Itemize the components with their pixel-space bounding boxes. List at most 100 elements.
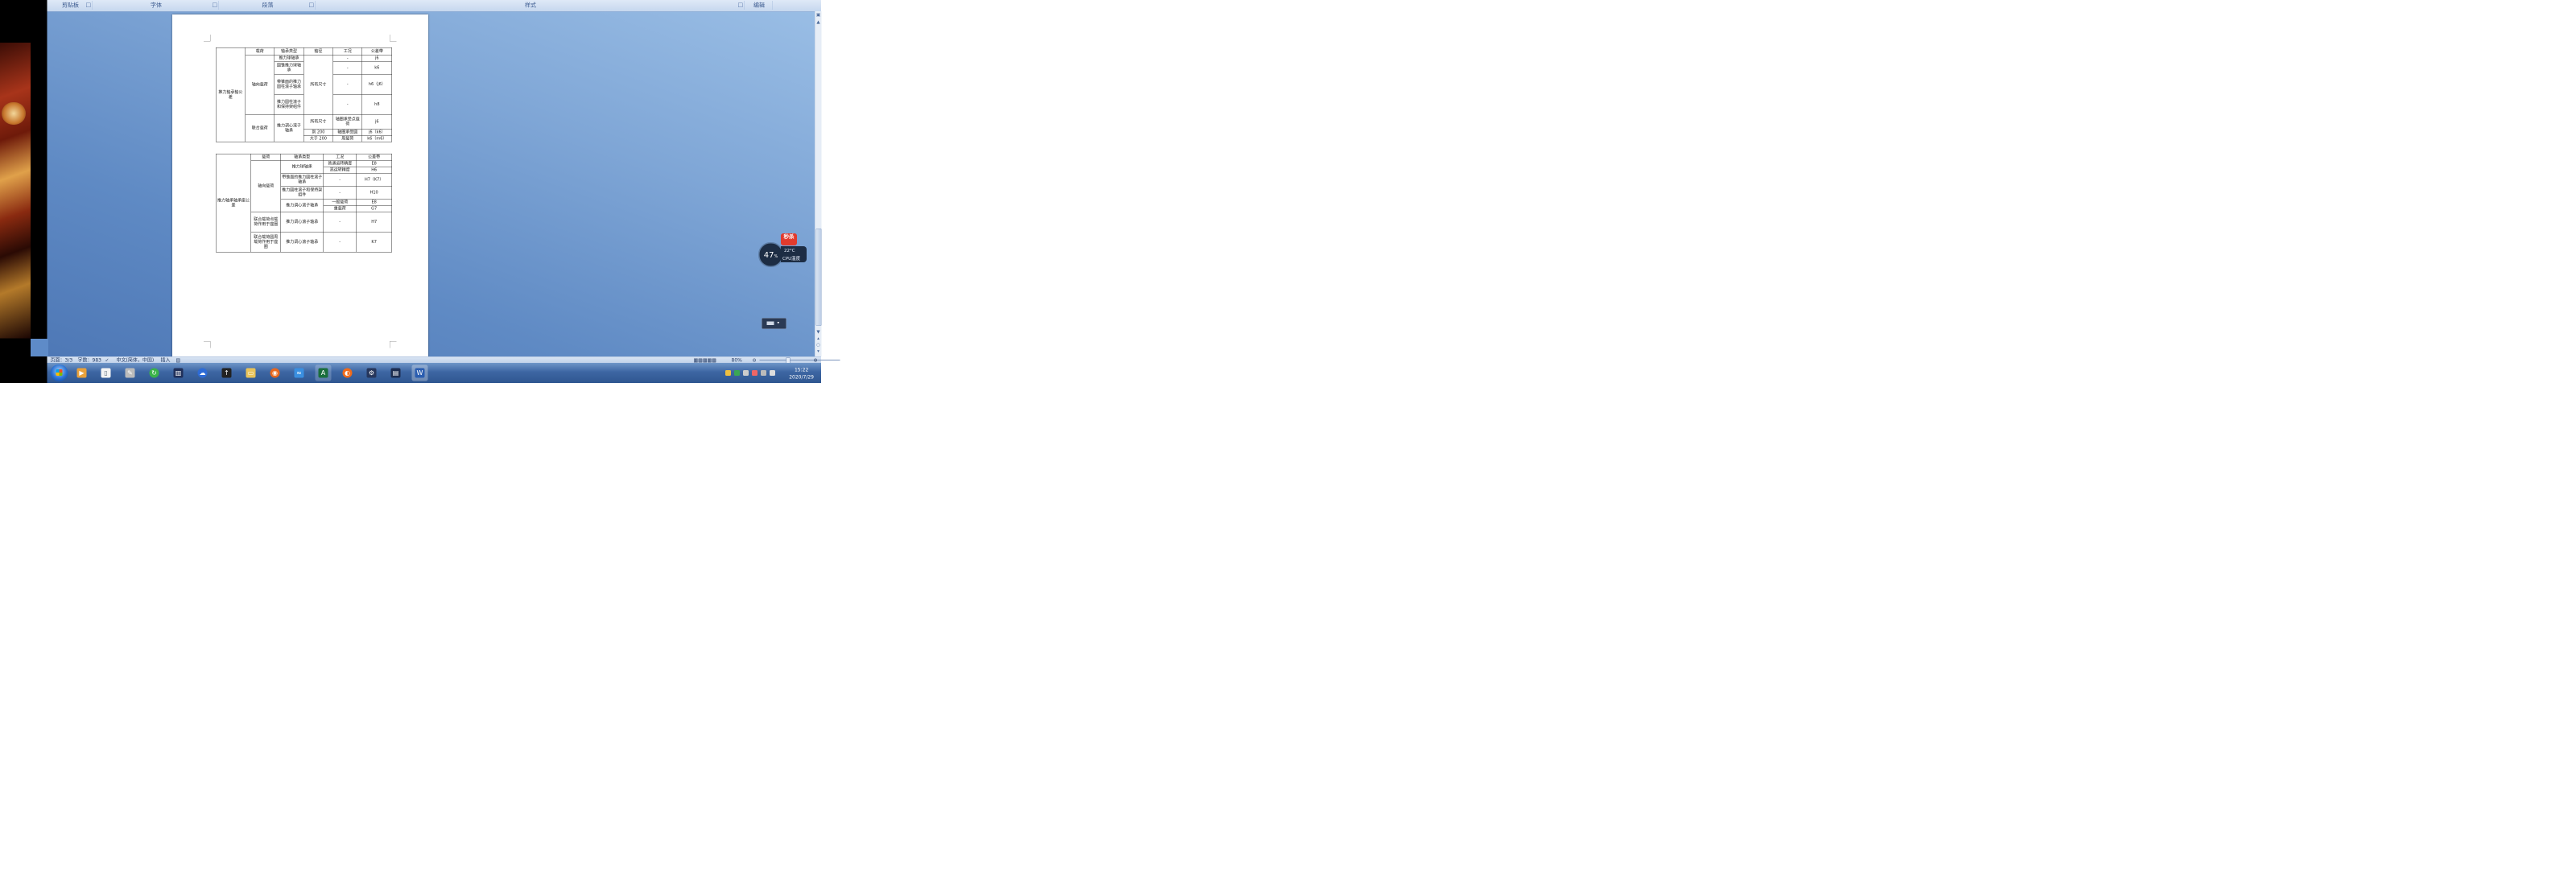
table-cell: - (332, 61, 363, 75)
table-cell: 到 200 (303, 129, 333, 136)
table-cell: 推力调心滚子轴承 (280, 212, 324, 233)
proofing-icon[interactable]: ✓ (105, 357, 109, 363)
volume-icon[interactable] (761, 370, 766, 376)
scroll-up-icon[interactable]: ▲ (816, 19, 821, 25)
header-cell: 工况 (323, 154, 357, 161)
view-buttons[interactable]: ▦▦▦▦▦ (694, 357, 716, 363)
previous-page-icon[interactable]: ▴ (816, 336, 821, 341)
insert-mode[interactable]: 插入 (161, 357, 171, 363)
security-icon[interactable] (734, 370, 740, 376)
ribbon-group-labels: 剪贴板 字体 段落 样式 编辑 (47, 0, 821, 12)
zoom-level[interactable]: 80% (732, 357, 742, 363)
start-button[interactable] (50, 364, 68, 381)
tray-app-icon[interactable] (752, 370, 758, 376)
ribbon-group-clipboard[interactable]: 剪贴板 (49, 1, 93, 10)
table-cell: j6 (361, 114, 392, 130)
ribbon-group-label: 样式 (525, 2, 536, 9)
action-center-icon[interactable] (770, 370, 775, 376)
ribbon-group-label: 字体 (151, 2, 162, 9)
taskbar-app[interactable]: ▤ (388, 365, 404, 381)
crop-mark (390, 341, 397, 348)
scroll-down-icon[interactable]: ▼ (816, 329, 821, 335)
table-cell: H10 (356, 186, 393, 200)
document-page[interactable]: 推力轴承轴公差 载荷 轴承类型 轴径 工况 公差带 轴向载荷 推力球轴承 所有尺… (172, 14, 428, 357)
ruler-toggle-icon[interactable]: ▣ (816, 12, 821, 18)
taskbar-app-active[interactable]: A (315, 364, 332, 381)
table-cell: 推力调心滚子轴承 (280, 199, 324, 212)
taskbar-app[interactable]: ↑ (219, 365, 235, 381)
load-cell: 联合载荷点载荷作用于座圈 (250, 212, 282, 233)
table-cell: 所有尺寸 (303, 114, 333, 130)
load-cell: 联合载荷圆周载荷作用于座圈 (250, 232, 282, 253)
taskbar-app[interactable]: ↻ (147, 365, 163, 381)
ribbon-group-font[interactable]: 字体 (94, 1, 219, 10)
ribbon-group-paragraph[interactable]: 段落 (221, 1, 316, 10)
ribbon-group-styles[interactable]: 样式 (317, 1, 745, 10)
next-page-icon[interactable]: ▾ (816, 348, 821, 354)
table-cell: G7 (356, 205, 393, 212)
archive-icon: ▤ (390, 368, 401, 378)
flash-sale-badge[interactable]: 秒杀 (781, 233, 797, 245)
taskbar-app[interactable]: ✎ (122, 365, 138, 381)
table-cell: 所有尺寸 (303, 55, 333, 115)
table-cell: j6 (361, 55, 392, 62)
table-cell: k6 (361, 61, 392, 75)
table-cell: - (323, 186, 357, 200)
tray-app-icon[interactable] (725, 370, 731, 376)
table-cell: H7 (356, 212, 393, 233)
taskbar-app-word[interactable]: W (411, 364, 428, 381)
tray-app-icon[interactable] (743, 370, 749, 376)
desktop-corner (31, 339, 48, 356)
taskbar-app[interactable]: ◐ (340, 365, 356, 381)
player-icon: ◐ (342, 368, 353, 378)
sync-icon: ↻ (149, 368, 159, 378)
taskbar-app[interactable]: ⚙ (364, 365, 380, 381)
table-cell: 推力球轴承 (280, 160, 324, 174)
table-cell: 普通运转精度 (323, 160, 357, 167)
table-cell: 高运转精度 (323, 167, 357, 174)
word-icon: W (415, 368, 425, 378)
ribbon-group-editing[interactable]: 编辑 (746, 1, 773, 10)
table-cell: H7（K7） (356, 173, 393, 187)
taskbar-app[interactable]: ▶ (74, 365, 90, 381)
taskbar-app[interactable]: ≈ (291, 365, 308, 381)
cpu-temperature-widget[interactable]: 秒杀 47% 22°C CPU温度 (758, 233, 811, 267)
keyboard-language-widget[interactable]: ▾ (762, 318, 786, 329)
table-cell: j6（k6） (361, 129, 392, 136)
cpu-usage-gauge: 47% (758, 242, 783, 267)
taskbar-app[interactable]: ▯ (98, 365, 114, 381)
dialog-launcher-icon[interactable] (213, 2, 217, 7)
dialog-launcher-icon[interactable] (738, 2, 743, 7)
language-indicator[interactable]: 中文(简体，中国) (117, 357, 155, 363)
taskbar-app[interactable]: ☁ (195, 365, 211, 381)
video-thumbnail[interactable] (0, 43, 31, 339)
table-cell: - (323, 232, 357, 253)
crop-mark (390, 35, 397, 42)
header-cell: 轴径 (303, 47, 333, 56)
dialog-launcher-icon[interactable] (309, 2, 314, 7)
table-cell: E8 (356, 160, 393, 167)
scrollbar-thumb[interactable] (815, 229, 822, 326)
table-cell: - (323, 173, 357, 187)
zoom-out-icon[interactable]: ⊖ (753, 357, 757, 363)
dialog-launcher-icon[interactable] (86, 2, 91, 7)
vertical-scrollbar[interactable]: ▣ ▲ ▼ ▴ ○ ▾ (815, 11, 822, 356)
word-count[interactable]: 字数：983 (78, 357, 101, 363)
cloud-icon: ☁ (197, 368, 208, 378)
clock[interactable]: 15:22 2020/7/29 (789, 366, 814, 381)
header-cell: 轴承类型 (280, 154, 324, 161)
chevron-down-icon: ▾ (777, 320, 780, 326)
cpu-temp-label: CPU温度 (782, 256, 801, 262)
select-browse-object-icon[interactable]: ○ (816, 342, 821, 348)
taskbar-app[interactable]: ▥ (171, 365, 187, 381)
macro-record-icon[interactable]: ▤ (176, 357, 181, 363)
logo-emblem (2, 102, 26, 125)
zoom-in-icon[interactable]: ⊕ (814, 357, 818, 363)
left-window-strip (0, 0, 47, 383)
table-cell: 推力圆柱滚子和保持架组件 (274, 94, 304, 115)
taskbar-app[interactable]: ▭ (243, 365, 259, 381)
taskbar-app[interactable]: ◉ (267, 365, 283, 381)
header-cell: 工况 (332, 47, 363, 56)
page-count[interactable]: 页面：3/3 (51, 357, 73, 363)
table-cell: 带锥面的推力圆柱滚子轴承 (274, 74, 304, 95)
